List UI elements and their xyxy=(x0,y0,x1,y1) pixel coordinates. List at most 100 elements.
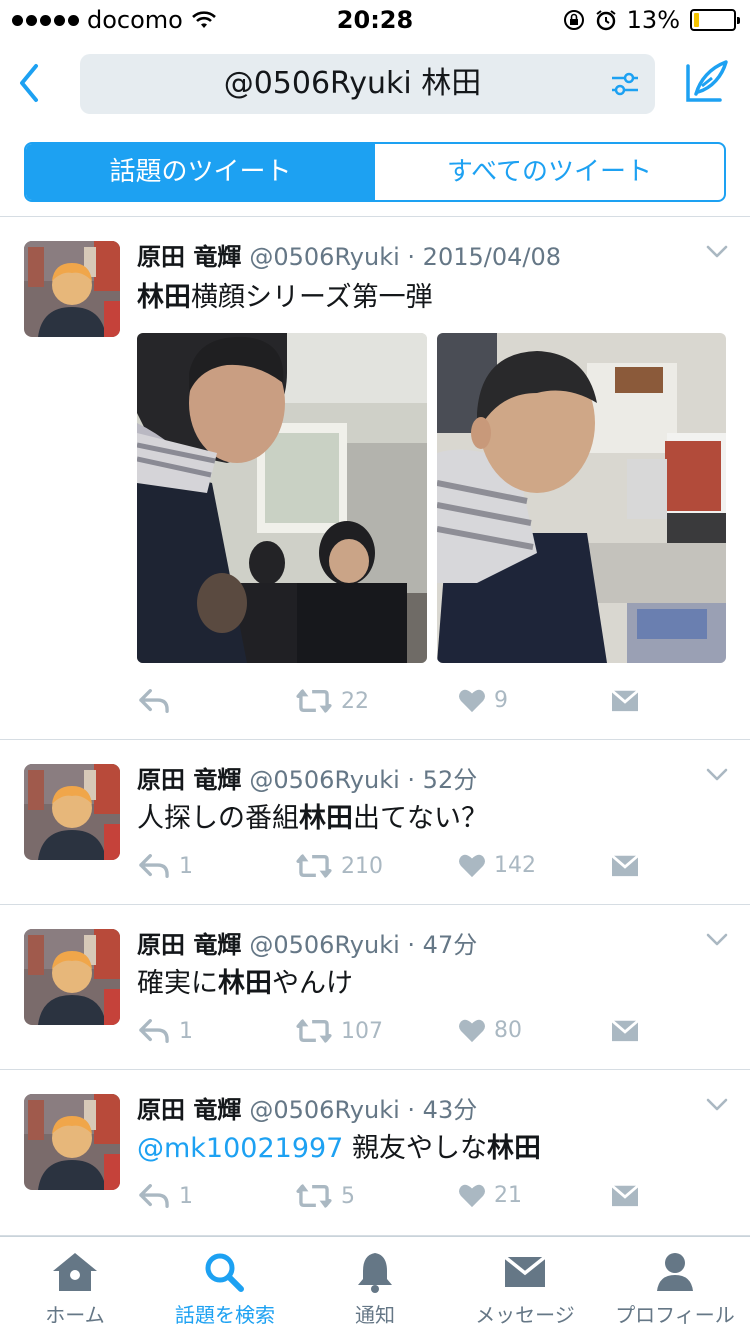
tweet-text-pre: 親友やしな xyxy=(343,1133,487,1164)
heart-icon xyxy=(458,687,486,713)
author-name[interactable]: 原田 竜輝 xyxy=(137,766,241,794)
tweet-header: 原田 竜輝 @0506Ryuki · 52分 xyxy=(137,760,477,795)
status-bar: docomo 20:28 13% xyxy=(0,0,750,40)
retweet-icon xyxy=(295,1182,333,1210)
tweet-actions: 1 107 80 xyxy=(137,1017,737,1057)
tab-all-tweets[interactable]: すべてのツイート xyxy=(375,144,724,200)
chevron-down-icon[interactable] xyxy=(706,933,728,947)
chevron-down-icon[interactable] xyxy=(706,768,728,782)
author-name[interactable]: 原田 竜輝 xyxy=(137,243,241,271)
keyword-highlight: 林田 xyxy=(486,1133,541,1164)
tab-label: メッセージ xyxy=(475,1303,575,1327)
tweet-photo[interactable] xyxy=(436,333,726,663)
search-query[interactable]: @0506Ryuki 林田 xyxy=(80,54,585,114)
chevron-down-icon[interactable] xyxy=(706,1098,728,1112)
avatar[interactable] xyxy=(24,241,120,337)
filter-icon[interactable] xyxy=(609,68,641,100)
retweet-icon xyxy=(295,687,333,715)
like-button[interactable]: 80 xyxy=(458,1017,522,1043)
tweet-actions: 22 9 xyxy=(137,687,737,727)
avatar[interactable] xyxy=(24,764,120,860)
like-count: 9 xyxy=(494,687,508,713)
profile-icon xyxy=(657,1253,693,1291)
back-chevron-icon[interactable] xyxy=(14,60,44,106)
tweet-photo[interactable] xyxy=(137,333,427,663)
avatar[interactable] xyxy=(24,929,120,1025)
tweet-text-rest: やんけ xyxy=(272,968,353,999)
dm-button[interactable] xyxy=(610,852,640,878)
retweet-count: 107 xyxy=(341,1018,383,1044)
tweet-text-pre: 確実に xyxy=(137,968,218,999)
search-field[interactable]: @0506Ryuki 林田 xyxy=(80,54,655,114)
reply-button[interactable]: 1 xyxy=(137,1017,193,1045)
reply-button[interactable]: 1 xyxy=(137,852,193,880)
mention-link[interactable]: @mk10021997 xyxy=(137,1133,343,1164)
reply-button[interactable] xyxy=(137,687,179,715)
retweet-icon xyxy=(295,852,333,880)
author-handle-time: @0506Ryuki · 47分 xyxy=(249,931,478,959)
home-icon xyxy=(53,1253,97,1291)
tweet-header: 原田 竜輝 @0506Ryuki · 43分 xyxy=(137,1090,477,1125)
tab-messages[interactable]: メッセージ xyxy=(450,1237,600,1334)
tab-top-tweets[interactable]: 話題のツイート xyxy=(26,144,375,200)
author-handle-time: @0506Ryuki · 43分 xyxy=(249,1096,478,1124)
envelope-icon xyxy=(610,1182,640,1208)
reply-button[interactable]: 1 xyxy=(137,1182,193,1210)
reply-icon xyxy=(137,852,171,880)
tweet-header: 原田 竜輝 @0506Ryuki · 2015/04/08 xyxy=(137,237,561,272)
envelope-icon xyxy=(610,1017,640,1043)
tweet-text-rest: 横顔シリーズ第一弾 xyxy=(191,282,433,313)
retweet-button[interactable]: 107 xyxy=(295,1017,383,1045)
dm-button[interactable] xyxy=(610,1182,640,1208)
chevron-down-icon[interactable] xyxy=(706,245,728,259)
tab-notifications[interactable]: 通知 xyxy=(300,1237,450,1334)
reply-icon xyxy=(137,1182,171,1210)
tweet-header: 原田 竜輝 @0506Ryuki · 47分 xyxy=(137,925,477,960)
keyword-highlight: 林田 xyxy=(299,803,353,834)
tab-label: 話題を検索 xyxy=(175,1303,275,1327)
author-handle-time: @0506Ryuki · 52分 xyxy=(249,766,478,794)
like-button[interactable]: 142 xyxy=(458,852,536,878)
author-name[interactable]: 原田 竜輝 xyxy=(137,1096,241,1124)
dm-button[interactable] xyxy=(610,687,640,713)
bell-icon xyxy=(358,1253,392,1293)
tweet-actions: 1 210 142 xyxy=(137,852,737,892)
reply-icon xyxy=(137,1017,171,1045)
envelope-icon xyxy=(503,1255,547,1287)
tab-label: プロフィール xyxy=(615,1303,735,1327)
like-button[interactable]: 9 xyxy=(458,687,508,713)
heart-icon xyxy=(458,1182,486,1208)
retweet-count: 22 xyxy=(341,688,369,714)
tab-bar: ホーム 話題を検索 通知 メッセージ プロフィール xyxy=(0,1236,750,1334)
compose-tweet-icon[interactable] xyxy=(682,58,730,106)
like-count: 142 xyxy=(494,852,536,878)
battery-percent: 13% xyxy=(626,6,680,34)
retweet-button[interactable]: 5 xyxy=(295,1182,355,1210)
author-handle-time: @0506Ryuki · 2015/04/08 xyxy=(249,243,561,271)
author-name[interactable]: 原田 竜輝 xyxy=(137,931,241,959)
tab-search[interactable]: 話題を検索 xyxy=(150,1237,300,1334)
heart-icon xyxy=(458,852,486,878)
status-right: 13% xyxy=(563,6,740,34)
tweet-item[interactable]: 原田 竜輝 @0506Ryuki · 47分 確実に林田やんけ 1 107 80 xyxy=(0,905,750,1070)
tweet-item[interactable]: 原田 竜輝 @0506Ryuki · 2015/04/08 林田横顔シリーズ第一弾 xyxy=(0,217,750,740)
tweet-media xyxy=(137,333,726,663)
classroom-photo-left xyxy=(137,333,427,663)
retweet-button[interactable]: 22 xyxy=(295,687,369,715)
dm-button[interactable] xyxy=(610,1017,640,1043)
battery-icon xyxy=(690,9,740,31)
tweet-item[interactable]: 原田 竜輝 @0506Ryuki · 43分 @mk10021997 親友やしな林… xyxy=(0,1070,750,1236)
reply-count: 1 xyxy=(179,1018,193,1044)
envelope-icon xyxy=(610,687,640,713)
tweet-text: 人探しの番組林田出てない？ xyxy=(137,796,488,835)
tab-profile[interactable]: プロフィール xyxy=(600,1237,750,1334)
alarm-icon xyxy=(596,10,616,31)
tab-home[interactable]: ホーム xyxy=(0,1237,150,1334)
tweet-actions: 1 5 21 xyxy=(137,1182,737,1222)
retweet-button[interactable]: 210 xyxy=(295,852,383,880)
tweet-item[interactable]: 原田 竜輝 @0506Ryuki · 52分 人探しの番組林田出てない？ 1 21… xyxy=(0,740,750,905)
reply-icon xyxy=(137,687,171,715)
battery-level xyxy=(694,13,699,27)
avatar[interactable] xyxy=(24,1094,120,1190)
like-button[interactable]: 21 xyxy=(458,1182,522,1208)
